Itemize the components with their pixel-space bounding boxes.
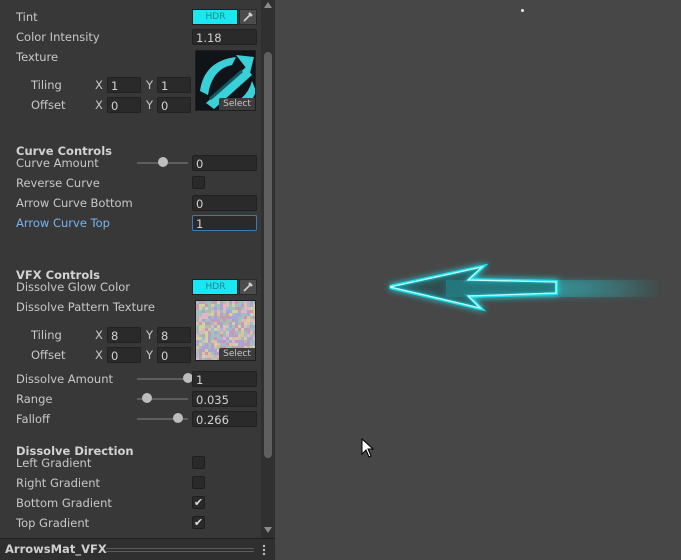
dissolve-pattern-thumbnail[interactable]: Select [195,300,256,361]
arrow-curve-top-field[interactable]: 1 [192,215,257,231]
scene-light-dot [521,9,524,12]
texture-offset-x-label: X [95,98,103,112]
dissolve-glow-hdr-tag: HDR [205,282,226,292]
arrow-curve-top-label: Arrow Curve Top [16,216,110,230]
dissolve-glow-color-label: Dissolve Glow Color [16,280,131,294]
dissolve-offset-y-field[interactable]: 0 [157,347,191,363]
dissolve-offset-y-label: Y [146,348,154,362]
dissolve-glow-color-field[interactable]: HDR [192,279,238,295]
right-gradient-label: Right Gradient [16,476,100,490]
texture-thumbnail[interactable]: Select [195,50,256,111]
color-intensity-label: Color Intensity [16,30,100,44]
material-preview-bar[interactable]: ArrowsMat_VFX [0,538,275,560]
texture-offset-label: Offset [31,98,66,112]
texture-offset-x-field[interactable]: 0 [107,97,141,113]
eyedropper-icon [243,12,253,22]
bottom-gradient-checkbox[interactable]: ✔ [192,496,205,509]
glowing-arrow-preview [389,263,661,312]
tint-eyedropper-button[interactable] [239,9,257,25]
curve-amount-label: Curve Amount [16,156,99,170]
dissolve-offset-x-label: X [95,348,103,362]
falloff-field[interactable]: 0.266 [192,411,257,427]
material-inspector-panel: Tint HDR Color Intensity 1.18 Texture Se… [0,0,275,560]
tint-color-field[interactable]: HDR [192,9,238,25]
dissolve-tiling-y-field[interactable]: 8 [157,327,191,343]
preview-drag-handle-line[interactable] [106,551,254,552]
dissolve-pattern-select-button[interactable]: Select [219,348,255,360]
curve-amount-field[interactable]: 0 [192,155,257,171]
kebab-menu-icon[interactable] [262,544,266,556]
color-intensity-field[interactable]: 1.18 [192,29,257,45]
texture-offset-y-label: Y [146,98,154,112]
reverse-curve-checkbox[interactable] [192,176,205,189]
dissolve-tiling-label: Tiling [31,328,62,342]
mouse-cursor-icon [361,438,375,458]
texture-tiling-y-field[interactable]: 1 [157,77,191,93]
bottom-gradient-label: Bottom Gradient [16,496,112,510]
top-gradient-label: Top Gradient [16,516,90,530]
texture-tiling-x-label: X [95,78,103,92]
texture-tiling-y-label: Y [146,78,154,92]
falloff-label: Falloff [16,412,50,426]
left-gradient-checkbox[interactable] [192,456,205,469]
range-slider-knob[interactable] [142,393,153,403]
dissolve-amount-field[interactable]: 1 [192,371,257,387]
texture-tiling-x-field[interactable]: 1 [107,77,141,93]
material-name: ArrowsMat_VFX [5,542,107,556]
tint-hdr-tag: HDR [205,12,226,22]
reverse-curve-label: Reverse Curve [16,176,100,190]
tint-label: Tint [16,10,38,24]
range-field[interactable]: 0.035 [192,391,257,407]
scene-view[interactable] [276,0,681,560]
preview-drag-handle-line[interactable] [106,548,254,549]
right-gradient-checkbox[interactable] [192,476,205,489]
scrollbar-thumb[interactable] [264,52,272,458]
dissolve-offset-label: Offset [31,348,66,362]
left-gradient-label: Left Gradient [16,456,92,470]
arrow-curve-bottom-label: Arrow Curve Bottom [16,196,133,210]
dissolve-amount-label: Dissolve Amount [16,372,113,386]
dissolve-tiling-x-field[interactable]: 8 [107,327,141,343]
top-gradient-checkbox[interactable]: ✔ [192,516,205,529]
dissolve-tiling-y-label: Y [146,328,154,342]
texture-offset-y-field[interactable]: 0 [157,97,191,113]
range-label: Range [16,392,53,406]
falloff-slider-knob[interactable] [172,413,183,423]
inspector-scrollbar[interactable] [261,0,275,538]
texture-select-button[interactable]: Select [219,98,255,110]
dissolve-amount-slider-track[interactable] [137,378,188,380]
dissolve-tiling-x-label: X [95,328,103,342]
curve-amount-slider-knob[interactable] [157,157,168,167]
scroll-up-arrow-icon[interactable] [264,2,272,8]
arrow-curve-bottom-field[interactable]: 0 [192,195,257,211]
texture-label: Texture [16,50,59,64]
eyedropper-icon [243,282,253,292]
texture-tiling-label: Tiling [31,78,62,92]
dissolve-pattern-texture-label: Dissolve Pattern Texture [16,300,155,314]
scroll-down-arrow-icon[interactable] [264,527,272,533]
dissolve-offset-x-field[interactable]: 0 [107,347,141,363]
dissolve-glow-eyedropper-button[interactable] [239,279,257,295]
